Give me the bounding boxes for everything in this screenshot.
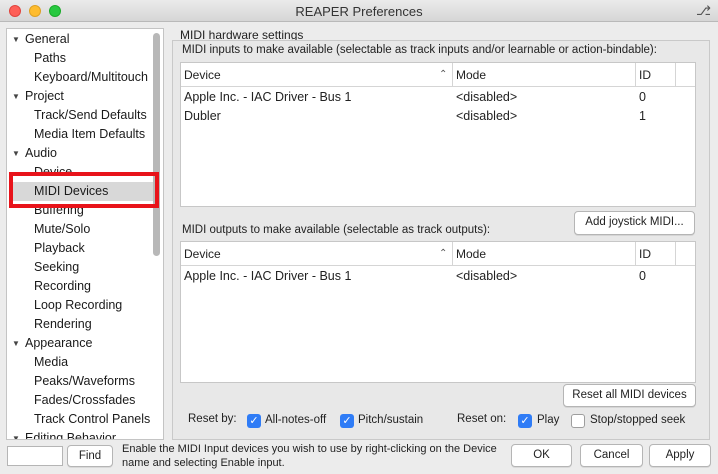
tree-item-loop-recording[interactable]: Loop Recording <box>34 296 122 315</box>
tree-item-audio[interactable]: ▼ Audio <box>12 144 57 163</box>
tree-item-label: Seeking <box>34 260 80 274</box>
cell-id: 0 <box>639 269 646 283</box>
table-row[interactable]: Apple Inc. - IAC Driver - Bus 1 <disabled… <box>181 267 695 286</box>
table-row[interactable]: Dubler <disabled> 1 <box>181 107 695 126</box>
cancel-button[interactable]: Cancel <box>580 444 643 467</box>
tree-item-editing-behavior[interactable]: ▼ Editing Behavior <box>12 429 117 440</box>
window-title: REAPER Preferences <box>295 4 423 19</box>
pin-icon[interactable]: ⎇ <box>696 3 711 19</box>
column-header-device[interactable]: Device <box>181 242 453 266</box>
find-button[interactable]: Find <box>67 445 113 467</box>
tree-item-label: Keyboard/Multitouch <box>34 70 148 84</box>
tree-item-rendering[interactable]: Rendering <box>34 315 92 334</box>
outputs-list-header: Device ⌃ Mode ID <box>181 242 695 266</box>
triangle-down-icon[interactable]: ▼ <box>12 30 21 49</box>
tree-item-label: Audio <box>25 146 57 160</box>
stop-seek-checkbox[interactable]: ✓ <box>571 414 585 428</box>
reset-by-label: Reset by: <box>188 413 237 425</box>
tree-item-label: Paths <box>34 51 66 65</box>
tree-item-label: General <box>25 32 70 46</box>
all-notes-off-checkbox[interactable]: ✓ <box>247 414 261 428</box>
tree-item-playback[interactable]: Playback <box>34 239 85 258</box>
tree-item-seeking[interactable]: Seeking <box>34 258 79 277</box>
tree-item-track-control-panels[interactable]: Track Control Panels <box>34 410 150 429</box>
tree-item-project[interactable]: ▼ Project <box>12 87 64 106</box>
reset-all-midi-devices-button[interactable]: Reset all MIDI devices <box>563 384 696 407</box>
stop-seek-label[interactable]: Stop/stopped seek <box>590 414 685 426</box>
table-row[interactable]: Apple Inc. - IAC Driver - Bus 1 <disabled… <box>181 88 695 107</box>
midi-outputs-list[interactable]: Device ⌃ Mode ID Apple Inc. - IAC Driver… <box>180 241 696 383</box>
column-header-mode[interactable]: Mode <box>453 242 636 266</box>
find-input[interactable] <box>7 446 63 466</box>
triangle-down-icon[interactable]: ▼ <box>12 144 21 163</box>
cell-mode: <disabled> <box>456 269 518 283</box>
tree-item-label: Editing Behavior <box>25 431 117 440</box>
cell-mode: <disabled> <box>456 90 518 104</box>
tree-item-label: Rendering <box>34 317 92 331</box>
tree-item-label: Loop Recording <box>34 298 123 312</box>
play-label[interactable]: Play <box>537 414 559 426</box>
add-joystick-midi-button[interactable]: Add joystick MIDI... <box>574 211 695 235</box>
pitch-sustain-checkbox[interactable]: ✓ <box>340 414 354 428</box>
tree-item-keyboard-multitouch[interactable]: Keyboard/Multitouch <box>34 68 148 87</box>
tree-item-recording[interactable]: Recording <box>34 277 91 296</box>
tree-item-media-item-defaults[interactable]: Media Item Defaults <box>34 125 145 144</box>
midi-inputs-list[interactable]: Device ⌃ Mode ID Apple Inc. - IAC Driver… <box>180 62 696 207</box>
help-text: Enable the MIDI Input devices you wish t… <box>122 443 497 469</box>
cell-device: Dubler <box>184 109 221 123</box>
tree-item-label: Track Control Panels <box>34 412 151 426</box>
tree-item-label: Project <box>25 89 64 103</box>
cell-id: 0 <box>639 90 646 104</box>
tree-item-label: Media <box>34 355 69 369</box>
tree-item-peaks-waveforms[interactable]: Peaks/Waveforms <box>34 372 135 391</box>
tree-item-label: Appearance <box>25 336 93 350</box>
outputs-section-label: MIDI outputs to make available (selectab… <box>182 224 491 236</box>
tree-scrollbar[interactable] <box>153 33 160 256</box>
tree-item-appearance[interactable]: ▼ Appearance <box>12 334 92 353</box>
selection-highlight-box <box>9 172 159 208</box>
tree-item-label: Peaks/Waveforms <box>34 374 135 388</box>
tree-item-mute-solo[interactable]: Mute/Solo <box>34 220 90 239</box>
ok-button[interactable]: OK <box>511 444 572 467</box>
inputs-list-header: Device ⌃ Mode ID <box>181 63 695 87</box>
column-header-id[interactable]: ID <box>636 63 676 87</box>
tree-item-paths[interactable]: Paths <box>34 49 66 68</box>
column-header-device[interactable]: Device <box>181 63 453 87</box>
category-tree[interactable]: ▼ General Paths Keyboard/Multitouch ▼ Project… <box>6 28 164 440</box>
cell-device: Apple Inc. - IAC Driver - Bus 1 <box>184 90 352 104</box>
play-checkbox[interactable]: ✓ <box>518 414 532 428</box>
tree-item-track-send-defaults[interactable]: Track/Send Defaults <box>34 106 147 125</box>
cell-mode: <disabled> <box>456 109 518 123</box>
apply-button[interactable]: Apply <box>649 444 711 467</box>
cell-id: 1 <box>639 109 646 123</box>
pitch-sustain-label[interactable]: Pitch/sustain <box>358 414 423 426</box>
tree-item-fades-crossfades[interactable]: Fades/Crossfades <box>34 391 135 410</box>
tree-item-label: Recording <box>34 279 91 293</box>
reset-on-label: Reset on: <box>457 413 507 425</box>
triangle-down-icon[interactable]: ▼ <box>12 429 21 439</box>
tree-item-media[interactable]: Media <box>34 353 68 372</box>
tree-item-general[interactable]: ▼ General <box>12 30 69 49</box>
tree-item-label: Playback <box>34 241 85 255</box>
inputs-section-label: MIDI inputs to make available (selectabl… <box>182 44 657 56</box>
column-header-mode[interactable]: Mode <box>453 63 636 87</box>
sort-ascending-icon: ⌃ <box>439 69 448 80</box>
cell-device: Apple Inc. - IAC Driver - Bus 1 <box>184 269 352 283</box>
triangle-down-icon[interactable]: ▼ <box>12 87 21 106</box>
all-notes-off-label[interactable]: All-notes-off <box>265 414 326 426</box>
tree-item-label: Track/Send Defaults <box>34 108 147 122</box>
sort-ascending-icon: ⌃ <box>439 248 448 259</box>
tree-item-label: Media Item Defaults <box>34 127 146 141</box>
triangle-down-icon[interactable]: ▼ <box>12 334 21 353</box>
tree-item-label: Mute/Solo <box>34 222 91 236</box>
column-header-id[interactable]: ID <box>636 242 676 266</box>
title-bar: REAPER Preferences ⎇ <box>0 0 718 22</box>
tree-item-label: Fades/Crossfades <box>34 393 136 407</box>
